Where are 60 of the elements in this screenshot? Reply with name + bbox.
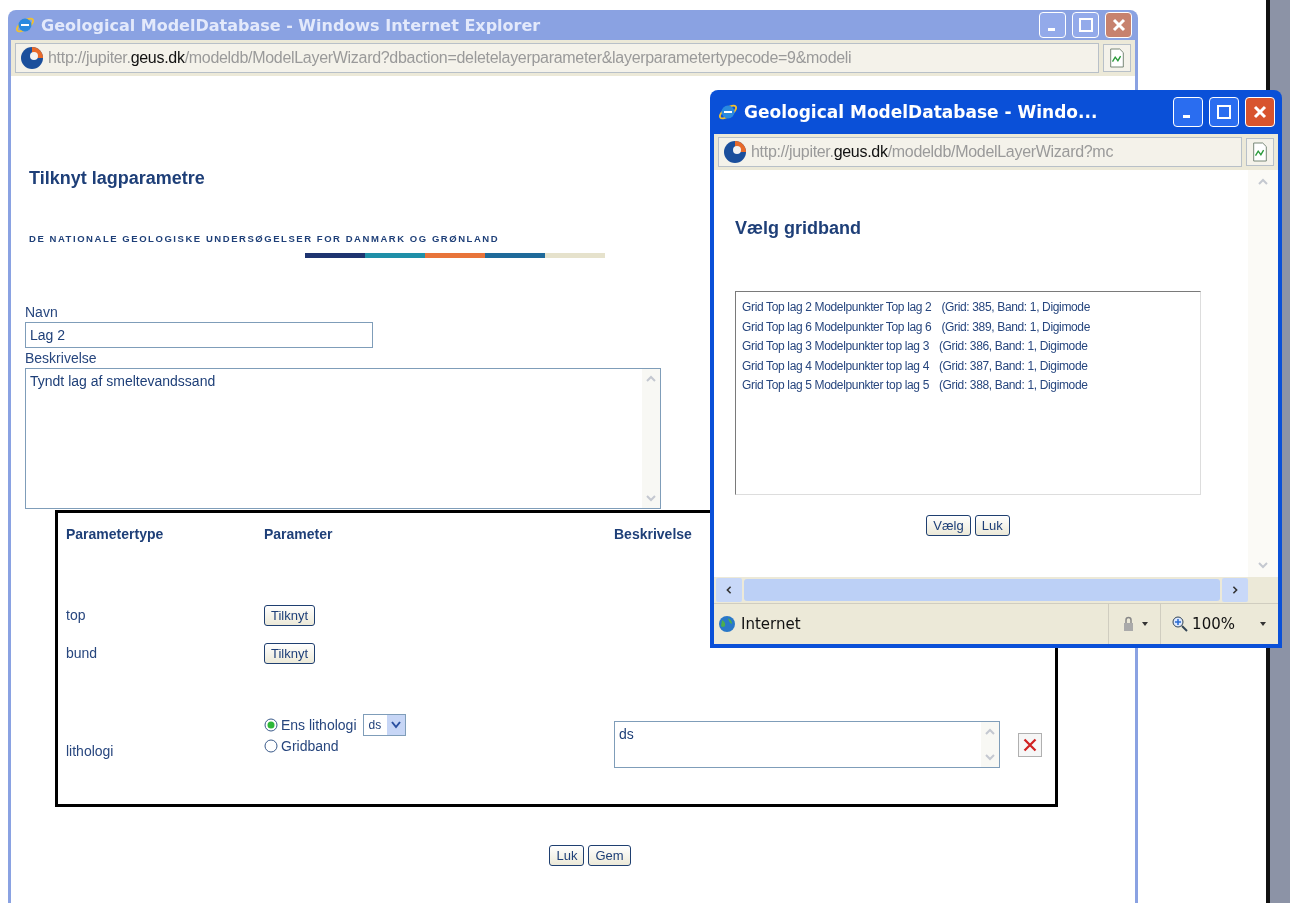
scrollbar-thumb[interactable] — [744, 579, 1220, 601]
maximize-button[interactable] — [1209, 97, 1239, 127]
organization-name: DE NATIONALE GEOLOGISKE UNDERSØGELSER FOR DANMARK OG GRØNLAND — [29, 233, 500, 244]
close-icon[interactable] — [1110, 17, 1127, 33]
browser-icon — [15, 15, 35, 35]
caret-icon[interactable] — [1140, 620, 1151, 628]
parameter-type: top — [66, 607, 87, 623]
attach-button[interactable]: Tilknyt — [264, 642, 316, 664]
close-icon[interactable] — [1252, 104, 1268, 120]
description-field[interactable]: ds — [614, 721, 1000, 768]
caret-icon[interactable] — [1258, 620, 1268, 628]
dialog-button[interactable]: Vælg — [926, 515, 971, 536]
page-heading: Tilknyt lagparametre — [29, 168, 205, 189]
minimize-button[interactable] — [1173, 97, 1203, 127]
lithology-dropdown[interactable]: ds — [362, 713, 407, 736]
maximize-button[interactable] — [1072, 12, 1099, 38]
browser-icon — [718, 102, 738, 122]
maximize-icon[interactable] — [1216, 104, 1232, 120]
maximize-icon[interactable] — [1077, 17, 1094, 33]
radio-button[interactable] — [264, 717, 278, 732]
globe-icon — [20, 46, 44, 70]
attach-button[interactable]: Tilknyt — [264, 604, 316, 626]
page-icon[interactable] — [1251, 142, 1269, 162]
close-button[interactable] — [1105, 12, 1132, 38]
list-item[interactable]: Grid Top lag 2 Modelpunkter Top lag 2 (Grid: 385, Band: 1, Digimode — [742, 298, 1090, 318]
column-header: Parameter — [264, 526, 333, 542]
zoom-level[interactable]: 100% — [1192, 615, 1235, 633]
parameter-type: lithologi — [66, 742, 115, 759]
radio-button[interactable] — [264, 738, 278, 753]
close-button[interactable] — [1245, 97, 1275, 127]
field-label: Beskrivelse — [25, 350, 97, 366]
address-field[interactable]: http://jupiter.geus.dk/modeldb/ModelLayerWizard?mc — [718, 137, 1242, 167]
radio-label: Ens lithologi — [281, 716, 357, 733]
radio-label: Gridband — [281, 737, 339, 754]
list-item[interactable]: Grid Top lag 4 Modelpunkter top lag 4 (Grid: 387, Band: 1, Digimode — [742, 356, 1088, 376]
page-icon[interactable] — [1108, 48, 1126, 68]
page-button[interactable] — [1246, 138, 1274, 166]
list-item[interactable]: Grid Top lag 3 Modelpunkter top lag 3 (Grid: 386, Band: 1, Digimode — [742, 337, 1088, 357]
field-label: Navn — [25, 304, 58, 320]
parameter-type: bund — [66, 645, 99, 661]
zoom-icon[interactable] — [1171, 615, 1190, 633]
dialog-button[interactable]: Luk — [974, 515, 1010, 536]
minimize-button[interactable] — [1039, 12, 1066, 38]
dialog-heading: Vælg gridband — [735, 218, 861, 239]
list-item[interactable]: Grid Top lag 5 Modelpunkter top lag 5 (Grid: 388, Band: 1, Digimode — [742, 376, 1088, 396]
column-header: Parametertype — [66, 526, 164, 542]
form-button[interactable]: Gem — [588, 845, 631, 866]
delete-icon[interactable] — [1018, 732, 1042, 757]
security-zone: Internet — [741, 615, 801, 633]
address-field[interactable]: http://jupiter.geus.dk/modeldb/ModelLayerWizard?dbaction=deletelayerparameter&layerparametertypecode=9&modeli — [15, 43, 1099, 73]
globe-icon — [718, 615, 736, 633]
form-button[interactable]: Luk — [549, 845, 585, 866]
description-field[interactable]: Tyndt lag af smeltevandssand — [25, 368, 661, 509]
globe-icon — [723, 140, 747, 164]
window-title: Geological ModelDatabase - Windows Internet Explorer — [41, 15, 542, 35]
page-button[interactable] — [1103, 44, 1131, 72]
list-item[interactable]: Grid Top lag 6 Modelpunkter Top lag 6 (Grid: 389, Band: 1, Digimode — [742, 317, 1090, 337]
name-field[interactable]: Lag 2 — [25, 322, 373, 348]
window-title: Geological ModelDatabase - Windo... — [744, 102, 1099, 122]
column-header: Beskrivelse — [614, 526, 692, 542]
